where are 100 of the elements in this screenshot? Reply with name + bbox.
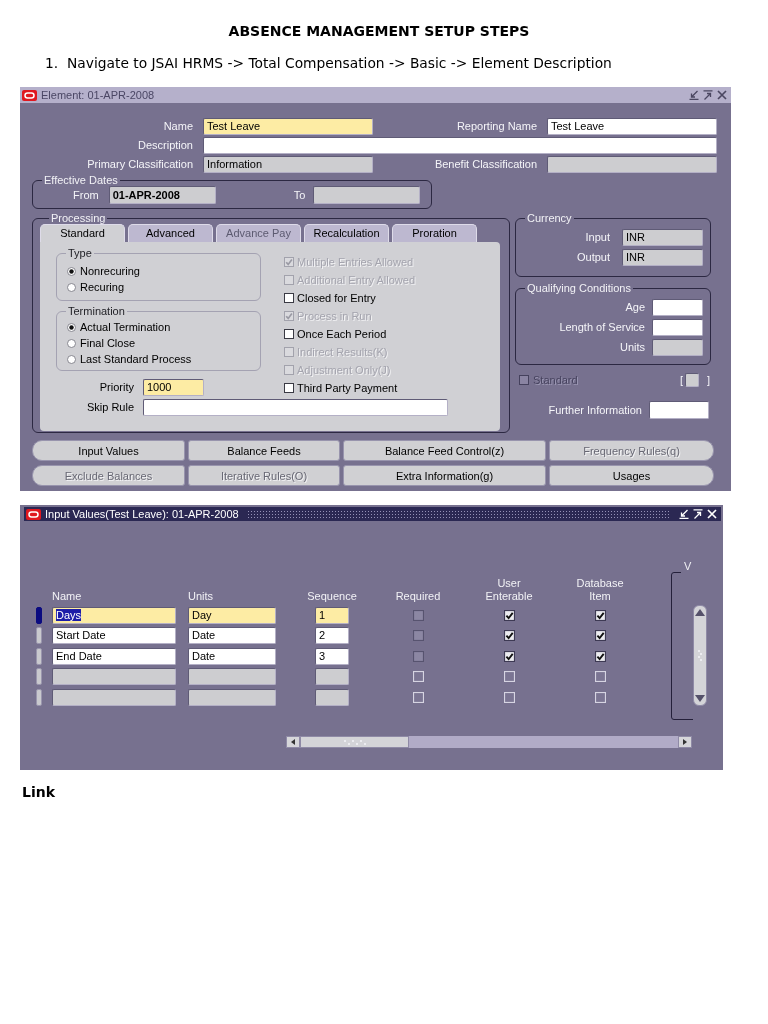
window-title: Input Values(Test Leave): 01-APR-2008 xyxy=(45,507,239,521)
field-label: Output xyxy=(575,251,610,264)
text-field[interactable]: 1 xyxy=(315,606,349,624)
text-field[interactable]: INR xyxy=(622,249,703,266)
text-field[interactable]: Day xyxy=(188,606,276,624)
record-indicator[interactable] xyxy=(36,688,42,706)
scroll-right-icon[interactable] xyxy=(678,736,692,748)
text-field[interactable]: Days xyxy=(52,606,176,624)
field-label: Further Information xyxy=(548,403,642,417)
step-text: Navigate to JSAI HRMS -> Total Compensation -> Basic -> Element Description xyxy=(67,54,612,72)
text-field[interactable] xyxy=(652,339,703,356)
field-label: Age xyxy=(624,301,645,314)
text-field[interactable] xyxy=(652,319,703,336)
text-field[interactable] xyxy=(547,156,717,173)
text-field[interactable] xyxy=(684,373,699,387)
tab[interactable]: Recalculation xyxy=(304,224,389,242)
checkbox[interactable]: Once Each Period xyxy=(284,325,500,343)
tab[interactable]: Standard xyxy=(40,224,125,242)
field-label: To xyxy=(293,188,306,202)
text-field[interactable]: Test Leave xyxy=(203,118,373,135)
form-button[interactable]: Balance Feed Control(z) xyxy=(343,440,546,461)
field-label: Priority xyxy=(98,381,134,394)
record-indicator[interactable] xyxy=(36,647,42,665)
form-button[interactable]: Extra Information(g) xyxy=(343,465,546,486)
column-header: Required xyxy=(395,590,441,603)
page-heading: ABSENCE MANAGEMENT SETUP STEPS xyxy=(228,23,530,39)
horizontal-scrollbar[interactable] xyxy=(286,736,692,748)
checkbox[interactable] xyxy=(503,650,515,662)
bracket-text: ] xyxy=(706,373,710,387)
checkbox[interactable]: Closed for Entry xyxy=(284,289,500,307)
grip-icon xyxy=(343,739,366,745)
record-indicator[interactable] xyxy=(36,627,42,644)
text-field[interactable]: End Date xyxy=(52,647,176,665)
field-label: Skip Rule xyxy=(85,401,134,414)
group-title: Qualifying Conditions xyxy=(526,282,632,294)
group-title: Processing xyxy=(50,212,107,224)
form-button[interactable]: Usages xyxy=(549,465,714,486)
text-field[interactable] xyxy=(315,688,349,706)
scroll-down-icon[interactable] xyxy=(695,695,705,702)
tab[interactable]: Advanced xyxy=(128,224,213,242)
checkbox[interactable] xyxy=(594,609,606,621)
column-header: Database Item xyxy=(576,577,624,603)
column-header: User Enterable xyxy=(485,577,533,603)
form-button[interactable]: Input Values xyxy=(32,440,185,461)
checkbox[interactable] xyxy=(503,609,515,621)
text-field[interactable] xyxy=(652,299,703,316)
text-field[interactable] xyxy=(52,668,176,685)
checkbox[interactable] xyxy=(594,630,606,641)
window-title: Element: 01-APR-2008 xyxy=(41,88,155,102)
record-indicator[interactable] xyxy=(36,668,42,685)
text-field[interactable] xyxy=(203,137,717,154)
column-header: Name xyxy=(52,590,82,603)
radio-button[interactable]: Final Close xyxy=(67,335,260,351)
text-field[interactable]: Test Leave xyxy=(547,118,717,135)
tab[interactable]: Proration xyxy=(392,224,477,242)
text-field[interactable] xyxy=(143,399,448,416)
scroll-left-icon[interactable] xyxy=(286,736,300,748)
text-field[interactable] xyxy=(313,186,421,204)
text-field[interactable] xyxy=(188,688,276,706)
vertical-scrollbar[interactable] xyxy=(693,605,707,706)
bracket-text: [ xyxy=(679,373,683,387)
form-button[interactable]: Balance Feeds xyxy=(188,440,340,461)
section-label: Link xyxy=(22,784,55,800)
field-label: From xyxy=(73,188,99,202)
column-header: Sequence xyxy=(307,590,357,603)
field-label: Name xyxy=(162,120,193,133)
group-title: Termination xyxy=(67,305,126,317)
text-field[interactable] xyxy=(52,688,176,706)
text-field[interactable]: Date xyxy=(188,647,276,665)
logo-icon xyxy=(22,89,37,101)
group-title: Currency xyxy=(526,212,573,224)
record-indicator[interactable] xyxy=(36,606,42,624)
column-header: Units xyxy=(188,590,214,603)
scroll-up-icon[interactable] xyxy=(695,609,705,616)
field-label: Input xyxy=(584,231,610,244)
text-field[interactable] xyxy=(188,668,276,685)
text-field[interactable]: Information xyxy=(203,156,373,173)
region-label: V xyxy=(684,561,692,572)
text-field[interactable]: Date xyxy=(188,627,276,644)
field-label: Length of Service xyxy=(558,321,645,334)
checkbox[interactable] xyxy=(503,630,515,641)
text-field[interactable]: 2 xyxy=(315,627,349,644)
logo-icon xyxy=(26,508,41,520)
group-title: Type xyxy=(67,247,93,259)
radio-button[interactable]: Recuring xyxy=(67,279,260,295)
field-label: Description xyxy=(136,139,193,152)
radio-button[interactable]: Actual Termination xyxy=(67,319,260,335)
text-field[interactable] xyxy=(649,401,709,419)
radio-button[interactable]: Nonrecuring xyxy=(67,263,260,279)
text-field[interactable]: 3 xyxy=(315,647,349,665)
checkbox[interactable] xyxy=(594,650,606,662)
scrollbar-thumb[interactable] xyxy=(300,736,409,748)
text-field[interactable] xyxy=(315,668,349,685)
checkbox[interactable]: Third Party Payment xyxy=(284,379,500,397)
text-field[interactable]: 1000 xyxy=(143,379,204,396)
text-field[interactable]: Start Date xyxy=(52,627,176,644)
text-field[interactable]: 01-APR-2008 xyxy=(108,186,216,204)
step-number: 1. xyxy=(45,54,60,72)
text-field[interactable]: INR xyxy=(622,229,703,246)
radio-button[interactable]: Last Standard Process xyxy=(67,351,260,367)
